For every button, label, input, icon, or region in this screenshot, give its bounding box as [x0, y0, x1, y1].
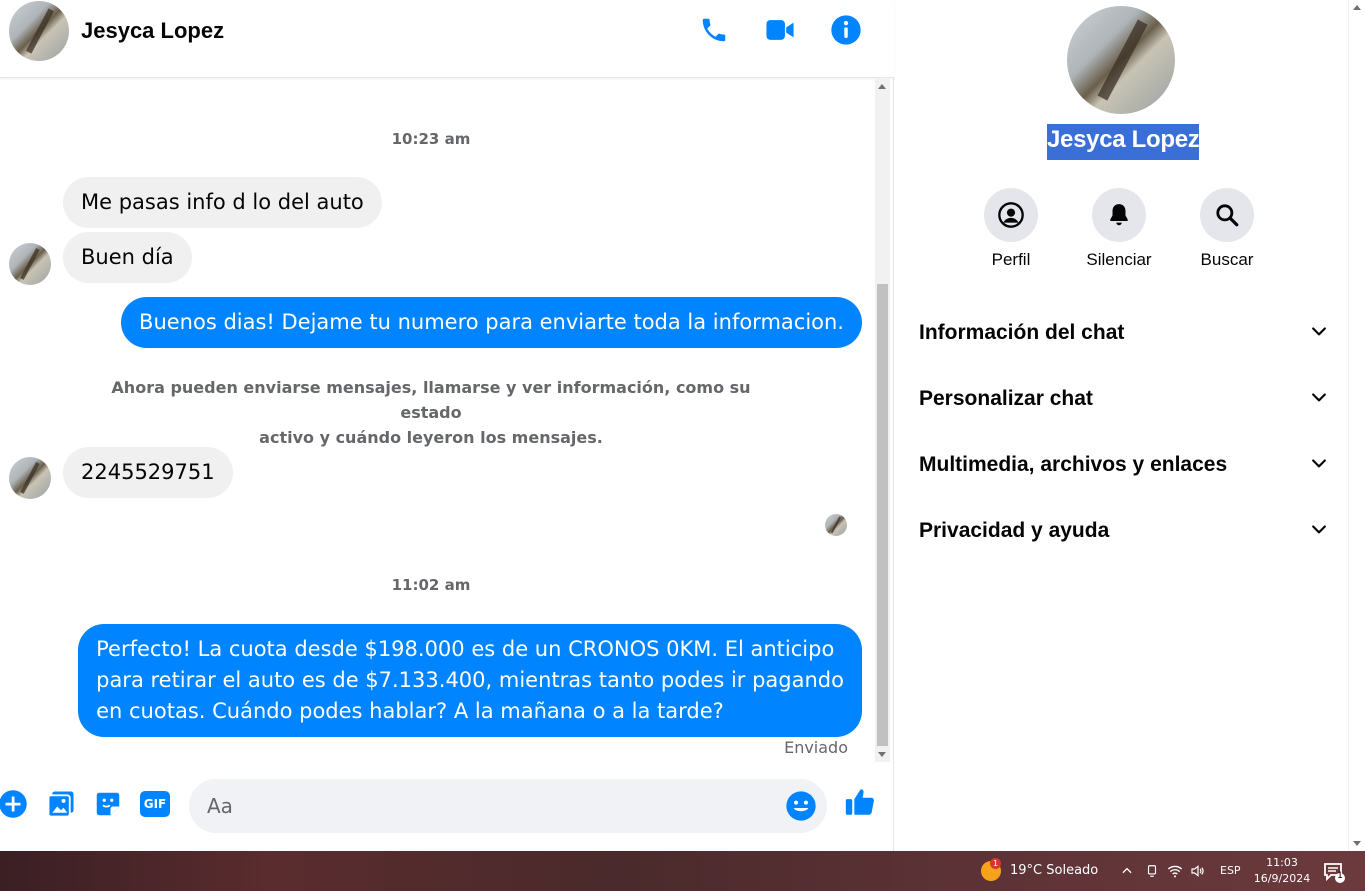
weather-badge: 1 [990, 858, 1001, 869]
weather-text[interactable]: 19°C Soleado [1010, 863, 1098, 878]
contact-avatar[interactable] [9, 1, 69, 61]
notifications-count: 1 [1337, 871, 1343, 881]
sticker-icon[interactable] [91, 787, 125, 821]
clock-time: 11:03 [1266, 856, 1298, 869]
section-label: Personalizar chat [919, 387, 1093, 410]
incoming-message[interactable]: Me pasas info d lo del auto [63, 177, 382, 228]
action-label: Buscar [1200, 250, 1254, 269]
video-icon[interactable] [762, 12, 798, 48]
outgoing-message[interactable]: Buenos dias! Dejame tu numero para envia… [121, 297, 862, 348]
profile-name[interactable]: Jesyca Lopez [1047, 124, 1200, 160]
action-label: Silenciar [1086, 250, 1152, 269]
section-customize-chat[interactable]: Personalizar chat [919, 375, 1329, 423]
section-label: Privacidad y ayuda [919, 519, 1110, 542]
plus-icon[interactable] [0, 787, 30, 821]
incoming-message[interactable]: Buen día [63, 232, 192, 283]
chevron-down-icon [1309, 387, 1329, 411]
clock-date: 16/9/2024 [1253, 872, 1311, 885]
section-label: Multimedia, archivos y enlaces [919, 453, 1228, 476]
scroll-down-arrow[interactable] [878, 752, 886, 757]
page-scrollbar[interactable] [1348, 0, 1365, 851]
scroll-down-arrow[interactable] [1353, 841, 1361, 846]
scroll-thumb[interactable] [877, 284, 888, 746]
scroll-up-arrow[interactable] [1353, 5, 1361, 10]
sender-avatar[interactable] [9, 457, 51, 499]
section-privacy-help[interactable]: Privacidad y ayuda [919, 507, 1329, 555]
chevron-down-icon [1309, 321, 1329, 345]
meet-icon[interactable] [1143, 862, 1161, 880]
action-search[interactable]: Buscar [1187, 188, 1267, 270]
outgoing-message[interactable]: Perfecto! La cuota desde $198.000 es de … [78, 624, 862, 737]
composer: GIF [0, 770, 894, 842]
message-line: Perfecto! La cuota desde $198.000 es de … [96, 637, 835, 661]
messenger-app: Jesyca Lopez 10:23 am Me pasas info d lo… [0, 0, 1365, 851]
message-line: en cuotas. Cuándo podes hablar? A la mañ… [96, 699, 724, 723]
message-line: para retirar el auto es de $7.133.400, m… [96, 668, 844, 692]
conversation-sidebar: Jesyca Lopez Perfil Silenciar Buscar Inf… [895, 0, 1348, 851]
clock[interactable]: 11:03 16/9/2024 [1248, 855, 1316, 887]
chat-scrollbar[interactable] [875, 79, 890, 762]
like-icon[interactable] [843, 785, 877, 819]
system-note-line: Ahora pueden enviarse mensajes, llamarse… [111, 378, 751, 422]
message-list[interactable]: 10:23 am Me pasas info d lo del auto Bue… [0, 79, 875, 762]
timestamp: 10:23 am [391, 130, 471, 148]
message-input-container[interactable] [189, 779, 827, 833]
sender-avatar[interactable] [9, 243, 51, 285]
chevron-down-icon [1309, 453, 1329, 477]
image-icon[interactable] [44, 787, 78, 821]
chevron-up-icon[interactable] [1118, 862, 1136, 880]
read-receipt-avatar [825, 514, 847, 536]
windows-taskbar: 1 19°C Soleado ESP 11:03 16/9/2024 1 [0, 851, 1365, 891]
emoji-icon[interactable] [785, 790, 817, 822]
sent-status: Enviado [784, 738, 848, 757]
system-note: Ahora pueden enviarse mensajes, llamarse… [100, 375, 762, 450]
section-chat-info[interactable]: Información del chat [919, 309, 1329, 357]
phone-icon[interactable] [696, 12, 732, 48]
chat-header: Jesyca Lopez [0, 0, 894, 78]
volume-icon[interactable] [1189, 862, 1207, 880]
search-icon[interactable] [1200, 188, 1254, 242]
action-label: Perfil [991, 250, 1031, 269]
wifi-icon[interactable] [1166, 862, 1184, 880]
language-indicator[interactable]: ESP [1220, 864, 1241, 877]
incoming-message[interactable]: 2245529751 [63, 447, 233, 498]
profile-avatar[interactable] [1067, 6, 1175, 114]
bell-icon[interactable] [1092, 188, 1146, 242]
chevron-down-icon [1309, 519, 1329, 543]
gif-label: GIF [140, 791, 170, 817]
notifications-icon[interactable]: 1 [1322, 860, 1346, 884]
action-mute[interactable]: Silenciar [1079, 188, 1159, 270]
section-label: Información del chat [919, 321, 1125, 344]
timestamp: 11:02 am [391, 576, 471, 594]
scroll-up-arrow[interactable] [878, 84, 886, 89]
action-profile[interactable]: Perfil [971, 188, 1051, 270]
gif-icon[interactable]: GIF [138, 787, 172, 821]
contact-name[interactable]: Jesyca Lopez [81, 18, 224, 44]
profile-icon[interactable] [984, 188, 1038, 242]
section-media-files-links[interactable]: Multimedia, archivos y enlaces [919, 441, 1329, 489]
info-icon[interactable] [828, 12, 864, 48]
chat-panel: Jesyca Lopez 10:23 am Me pasas info d lo… [0, 0, 894, 851]
message-input[interactable] [207, 779, 787, 833]
